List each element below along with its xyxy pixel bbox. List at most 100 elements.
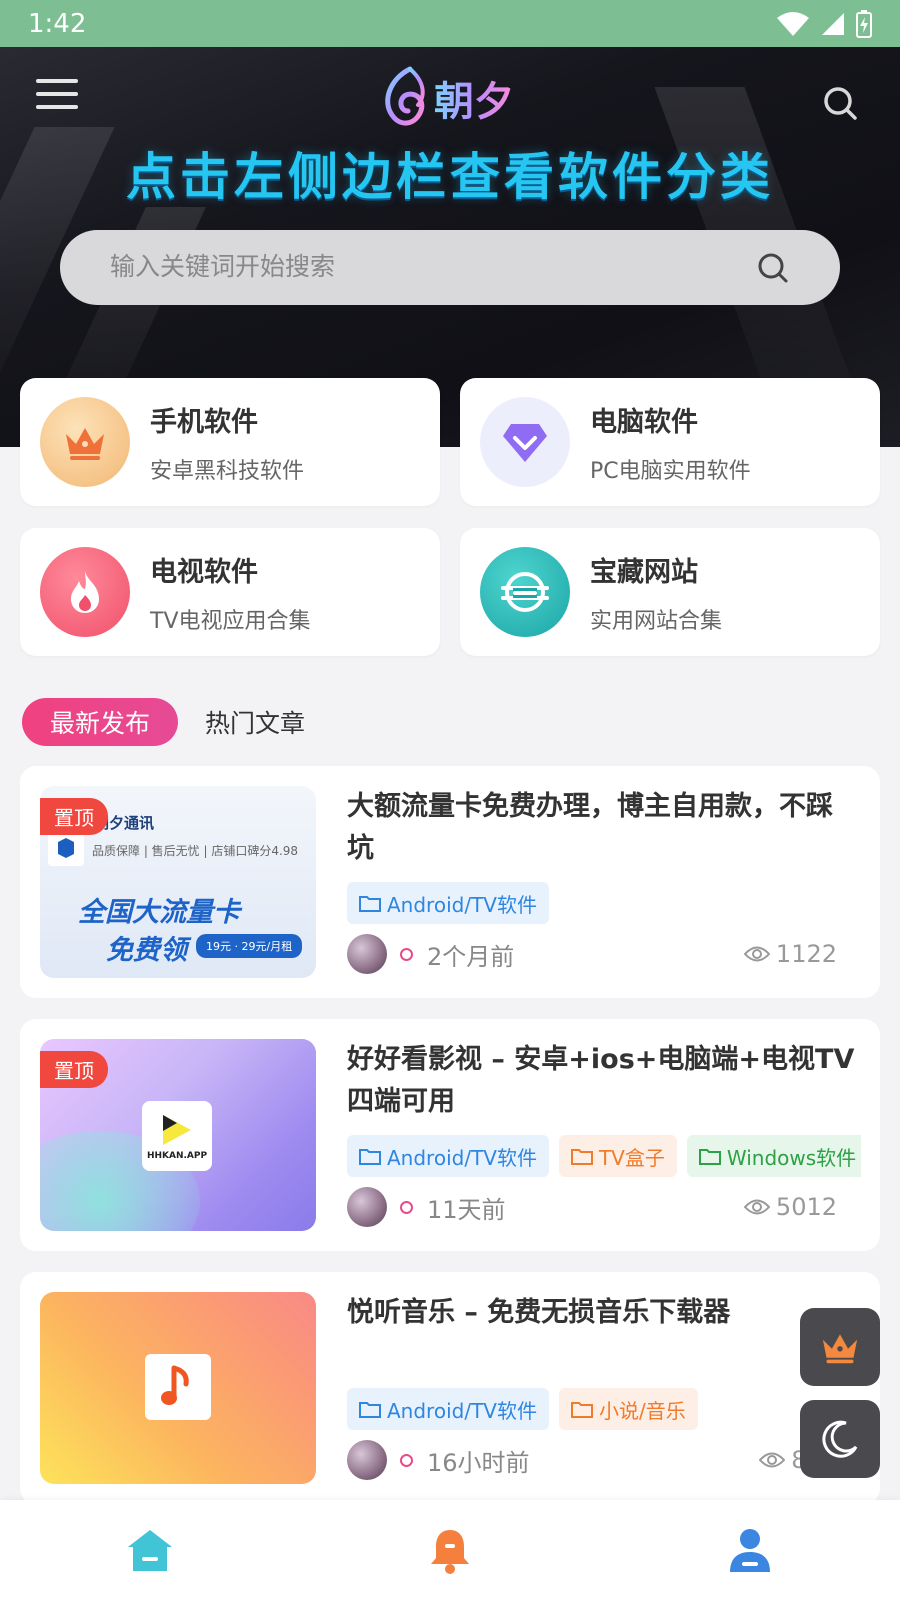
folder-icon [359,1149,381,1165]
article-time: 16小时前 [427,1448,530,1477]
category-subtitle: 安卓黑科技软件 [150,458,305,484]
home-icon [128,1530,172,1571]
bottom-nav [0,1500,900,1600]
flame-icon-badge [40,547,130,637]
tag-chip[interactable]: TV盒子 [558,1135,677,1177]
music-note-icon [161,1365,189,1405]
author-avatar[interactable] [347,934,387,974]
tag-chip[interactable]: Android/TV软件 [347,882,549,924]
status-time: 1:42 [28,8,87,39]
author-avatar[interactable] [347,1187,387,1227]
diamond-icon [503,424,547,462]
nav-profile[interactable] [710,1510,790,1590]
header-search-button[interactable] [820,83,860,123]
nav-notifications[interactable] [410,1510,490,1590]
folder-icon [359,1402,381,1418]
brand-logo-icon [48,830,84,866]
category-card-pc[interactable]: 电脑软件 PC电脑实用软件 [460,378,880,506]
crown-icon-badge [40,397,130,487]
tag-chip[interactable]: 小说/音乐 [558,1388,698,1430]
tag-label: TV盒子 [598,1145,665,1170]
article-meta: 11天前 5012 [347,1187,837,1227]
category-title: 电脑软件 [590,406,698,438]
globe-icon-badge [480,547,570,637]
app-logo-label: HHKAN.APP [146,1151,208,1161]
tag-label: Windows软件 [726,1145,857,1170]
article-title[interactable]: 悦听音乐 – 免费无损音乐下载器 [347,1292,857,1334]
category-title: 电视软件 [150,556,258,588]
view-count-value: 5012 [775,1193,837,1221]
article-card[interactable]: 悦听音乐 – 免费无损音乐下载器 Android/TV软件 小说/音乐 16小时… [20,1272,880,1504]
dark-mode-float-button[interactable] [800,1400,880,1478]
article-tags: Android/TV软件 小说/音乐 [347,1388,861,1432]
status-dot [400,947,413,961]
globe-icon [501,572,549,612]
article-time: 11天前 [427,1195,506,1224]
article-meta: 2个月前 1122 [347,934,837,974]
tag-chip[interactable]: Android/TV软件 [347,1135,549,1177]
search-icon[interactable] [756,251,790,285]
article-card[interactable]: 朝夕通讯 品质保障 | 售后无忧 | 店铺口碑分4.98 全国大流量卡 免费领 … [20,766,880,998]
flame-icon [71,571,99,613]
moon-icon [822,1420,858,1458]
vip-float-button[interactable] [800,1308,880,1386]
article-thumbnail[interactable]: 朝夕通讯 品质保障 | 售后无忧 | 店铺口碑分4.98 全国大流量卡 免费领 … [40,786,316,978]
tag-label: Android/TV软件 [387,1145,537,1170]
wifi-icon [777,11,809,36]
menu-button[interactable] [36,79,78,119]
article-thumbnail[interactable] [40,1292,316,1484]
tag-label: 小说/音乐 [598,1398,686,1423]
article-tags: Android/TV软件 [347,882,861,926]
article-title[interactable]: 好好看影视 – 安卓+ios+电脑端+电视TV四端可用 [347,1039,857,1123]
search-input[interactable] [110,253,710,282]
tag-chip[interactable]: Windows软件 [686,1135,861,1177]
article-tags: Android/TV软件 TV盒子 Windows软件 [347,1135,861,1179]
eye-icon [759,1452,786,1468]
app-logo: 朝夕 [380,65,514,131]
category-subtitle: PC电脑实用软件 [590,458,751,484]
article-title[interactable]: 大额流量卡免费办理，博主自用款，不踩坑 [347,786,857,870]
status-bar: 1:42 [0,0,900,47]
tag-label: Android/TV软件 [387,892,537,917]
status-dot [400,1200,413,1214]
folder-icon [698,1149,721,1165]
article-time: 2个月前 [427,942,515,971]
pinned-badge: 置顶 [40,798,108,835]
tab-popular[interactable]: 热门文章 [205,698,305,746]
eye-icon [743,946,770,962]
music-app-tile [145,1354,211,1420]
search-bar[interactable] [60,230,840,305]
eye-icon [743,1199,770,1215]
category-subtitle: 实用网站合集 [590,608,723,634]
thumb-price-badge: 19元 · 29元/月租 [196,934,303,958]
author-avatar[interactable] [347,1440,387,1480]
tag-chip[interactable]: Android/TV软件 [347,1388,549,1430]
tab-latest[interactable]: 最新发布 [22,698,178,746]
app-logo-tile: HHKAN.APP [142,1101,212,1171]
article-thumbnail[interactable]: HHKAN.APP 置顶 [40,1039,316,1231]
category-subtitle: TV电视应用合集 [150,608,311,634]
article-meta: 16小时前 870 [347,1440,837,1480]
thumb-headline: 免费领 [106,935,187,966]
nav-home[interactable] [110,1510,190,1590]
article-card[interactable]: HHKAN.APP 置顶 好好看影视 – 安卓+ios+电脑端+电视TV四端可用… [20,1019,880,1251]
category-title: 手机软件 [150,406,258,438]
user-icon [730,1529,770,1572]
bell-icon [431,1530,469,1574]
battery-icon [856,9,872,38]
category-title: 宝藏网站 [590,556,698,588]
folder-icon [359,896,381,912]
crown-icon [822,1334,858,1364]
pinned-badge: 置顶 [40,1051,108,1088]
thumb-subline: 品质保障 | 售后无忧 | 店铺口碑分4.98 [92,844,299,858]
category-card-mobile[interactable]: 手机软件 安卓黑科技软件 [20,378,440,506]
status-dot [400,1453,413,1467]
category-card-tv[interactable]: 电视软件 TV电视应用合集 [20,528,440,656]
logo-mark-icon [385,66,425,126]
tag-label: Android/TV软件 [387,1398,537,1423]
folder-icon [570,1402,593,1418]
search-icon [824,87,857,120]
play-logo-icon [163,1115,191,1145]
category-card-websites[interactable]: 宝藏网站 实用网站合集 [460,528,880,656]
signal-icon [822,12,844,35]
